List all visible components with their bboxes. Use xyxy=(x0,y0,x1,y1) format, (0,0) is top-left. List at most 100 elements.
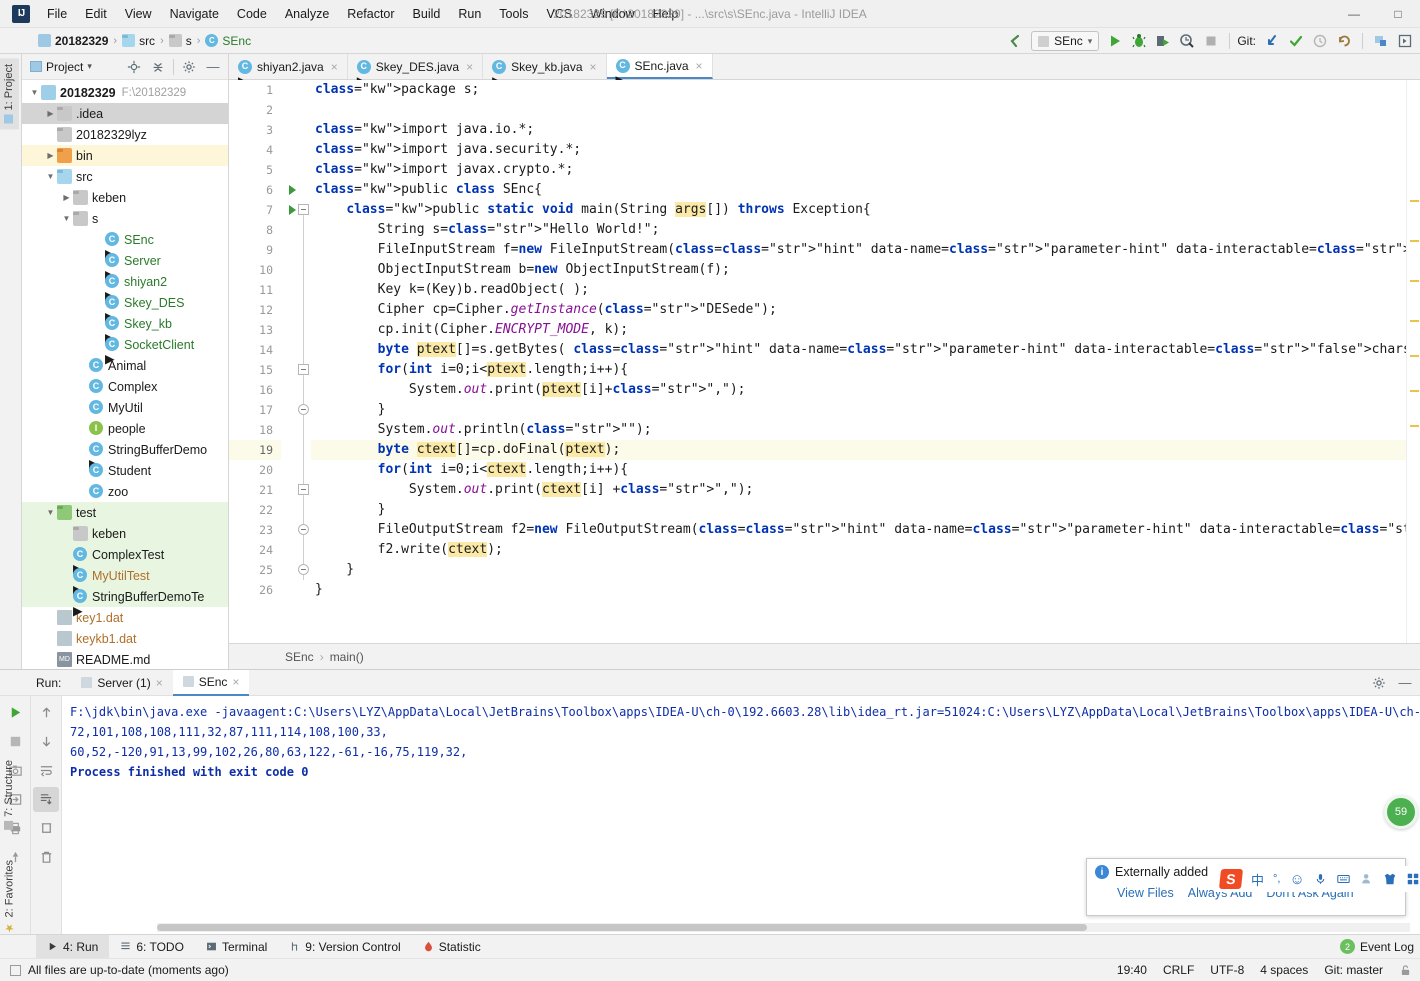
rerun-icon[interactable] xyxy=(2,700,28,725)
project-title[interactable]: Project ▾ xyxy=(26,60,96,74)
tree-node-senc[interactable]: C▶ SEnc xyxy=(22,229,228,261)
up-arrow-icon[interactable] xyxy=(33,700,59,725)
tree-node-complex[interactable]: C Complex xyxy=(22,376,228,397)
breadcrumb[interactable]: 20182329 › src › s › C SEnc xyxy=(36,34,253,48)
tree-node-stringbufferdemote[interactable]: C ▶ StringBufferDemoTe xyxy=(22,586,228,618)
code-line[interactable]: Key k=(Key)b.readObject( ); xyxy=(311,280,1406,300)
fold-toggle[interactable] xyxy=(298,364,309,375)
tree-node-stringbufferdemo[interactable]: C▶ StringBufferDemo xyxy=(22,439,228,471)
close-icon[interactable]: × xyxy=(232,675,239,689)
bottom-button-statistic[interactable]: Statistic xyxy=(412,935,492,959)
tree-node-src[interactable]: ▼ src xyxy=(22,166,228,187)
ime-toolbar[interactable]: S 中 °, ☺ xyxy=(1214,866,1420,892)
menu-item-navigate[interactable]: Navigate xyxy=(161,3,228,25)
apps-icon[interactable] xyxy=(1406,872,1420,886)
line-separator[interactable]: CRLF xyxy=(1163,963,1194,977)
collapse-all-icon[interactable] xyxy=(147,56,169,78)
code-line[interactable]: String s=class="str">"Hello World!"; xyxy=(311,220,1406,240)
breadcrumb-item-src[interactable]: src xyxy=(120,34,157,48)
code-line[interactable]: class="kw">public class SEnc{ xyxy=(311,180,1406,200)
run-gutter-icon[interactable] xyxy=(289,205,296,215)
run-gutter-icon[interactable] xyxy=(289,185,296,195)
code-line[interactable]: for(int i=0;i<ctext.length;i++){ xyxy=(311,460,1406,480)
breadcrumb-item-20182329[interactable]: 20182329 xyxy=(36,34,110,48)
tree-node-key1-dat[interactable]: key1.dat xyxy=(22,607,228,628)
hide-panel-icon[interactable]: — xyxy=(1394,672,1416,694)
tree-node-s[interactable]: ▼ s xyxy=(22,208,228,229)
menu-item-run[interactable]: Run xyxy=(449,3,490,25)
code-line[interactable]: ObjectInputStream b=new ObjectInputStrea… xyxy=(311,260,1406,280)
gear-icon[interactable] xyxy=(178,56,200,78)
run-tab-senc[interactable]: SEnc × xyxy=(172,669,250,696)
bottom-button-9--version-control[interactable]: 9: Version Control xyxy=(278,935,411,959)
chevron-down-icon[interactable]: ▼ xyxy=(28,88,41,97)
code-line[interactable]: class="kw">package s; xyxy=(311,80,1406,100)
menu-item-refactor[interactable]: Refactor xyxy=(338,3,403,25)
code-line[interactable]: System.out.print(ptext[i]+class="str">",… xyxy=(311,380,1406,400)
code-line[interactable]: } xyxy=(311,500,1406,520)
tree-node-skey-des[interactable]: C▶ Skey_DES xyxy=(22,292,228,324)
tree-node-test[interactable]: ▼ test xyxy=(22,502,228,523)
stop-icon[interactable] xyxy=(2,729,28,754)
chevron-right-icon[interactable]: ▶ xyxy=(60,193,73,202)
menu-item-view[interactable]: View xyxy=(116,3,161,25)
debug-icon[interactable] xyxy=(1128,30,1150,52)
chevron-right-icon[interactable]: ▶ xyxy=(44,109,57,118)
layout-icon[interactable] xyxy=(1394,30,1416,52)
menu-item-file[interactable]: File xyxy=(38,3,76,25)
history-icon[interactable] xyxy=(1309,30,1331,52)
chevron-right-icon[interactable]: ▶ xyxy=(44,151,57,160)
ime-emoji-icon[interactable]: ☺ xyxy=(1289,871,1304,888)
stop-icon[interactable] xyxy=(1200,30,1222,52)
chevron-down-icon[interactable]: ▼ xyxy=(44,508,57,517)
tree-node-animal[interactable]: C Animal xyxy=(22,355,228,376)
sogou-logo-icon[interactable]: S xyxy=(1218,869,1244,889)
keyboard-icon[interactable] xyxy=(1336,872,1351,886)
code-line[interactable]: Cipher cp=Cipher.getInstance(class="str"… xyxy=(311,300,1406,320)
back-arrow-icon[interactable] xyxy=(1004,30,1026,52)
code-line[interactable]: byte ctext[]=cp.doFinal(ptext); xyxy=(311,440,1406,460)
menu-item-tools[interactable]: Tools xyxy=(490,3,537,25)
menu-item-vcs[interactable]: VCS xyxy=(537,3,581,25)
editor-breadcrumbs[interactable]: SEnc › main() xyxy=(229,643,1420,669)
view-files-link[interactable]: View Files xyxy=(1117,886,1174,900)
code-line[interactable]: System.out.print(ctext[i] +class="str">"… xyxy=(311,480,1406,500)
editor-tab-shiyan2-java[interactable]: C▶ shiyan2.java × xyxy=(229,54,348,88)
fold-toggle[interactable] xyxy=(298,204,309,215)
tree-node-myutiltest[interactable]: C▶ MyUtilTest xyxy=(22,565,228,597)
tree-node-student[interactable]: C Student xyxy=(22,460,228,481)
code-line[interactable]: FileInputStream f=new FileInputStream(cl… xyxy=(311,240,1406,260)
tree-node-server[interactable]: C▶ Server xyxy=(22,250,228,282)
menu-item-analyze[interactable]: Analyze xyxy=(276,3,338,25)
close-icon[interactable]: × xyxy=(156,676,163,690)
code-line[interactable] xyxy=(311,100,1406,120)
fold-toggle[interactable] xyxy=(298,484,309,495)
tree-node-complextest[interactable]: C▶ ComplexTest xyxy=(22,544,228,576)
close-icon[interactable]: × xyxy=(466,60,473,74)
code-line[interactable]: } xyxy=(311,560,1406,580)
chevron-down-icon[interactable]: ▼ xyxy=(44,172,57,181)
run-coverage-icon[interactable] xyxy=(1152,30,1174,52)
mic-icon[interactable] xyxy=(1314,872,1327,886)
code-line[interactable]: for(int i=0;i<ptext.length;i++){ xyxy=(311,360,1406,380)
tree-node-skey-kb[interactable]: C▶ Skey_kb xyxy=(22,313,228,345)
bottom-button-6--todo[interactable]: 6: TODO xyxy=(109,935,195,959)
code-line[interactable]: FileOutputStream f2=new FileOutputStream… xyxy=(311,520,1406,540)
hide-panel-icon[interactable]: — xyxy=(202,56,224,78)
menu-item-window[interactable]: Window xyxy=(581,3,643,25)
code-line[interactable]: } xyxy=(311,580,1406,600)
tree-node-zoo[interactable]: Czoo xyxy=(22,481,228,502)
code-line[interactable]: cp.init(Cipher.ENCRYPT_MODE, k); xyxy=(311,320,1406,340)
editor-gutter-markers[interactable] xyxy=(281,80,311,643)
tree-node-socketclient[interactable]: C ▶ SocketClient xyxy=(22,334,228,366)
tree-node-keykb1-dat[interactable]: keykb1.dat xyxy=(22,628,228,649)
settings-icon[interactable] xyxy=(1370,30,1392,52)
status-badge[interactable]: 59 xyxy=(1384,795,1418,829)
close-icon[interactable]: × xyxy=(696,59,703,73)
menu-item-help[interactable]: Help xyxy=(644,3,688,25)
encoding[interactable]: UTF-8 xyxy=(1210,963,1244,977)
console-horizontal-scrollbar[interactable] xyxy=(157,923,1410,932)
editor-breadcrumb-item[interactable]: SEnc xyxy=(285,650,314,664)
tree-node-keben[interactable]: keben xyxy=(22,523,228,544)
soft-wrap-icon[interactable] xyxy=(33,758,59,783)
